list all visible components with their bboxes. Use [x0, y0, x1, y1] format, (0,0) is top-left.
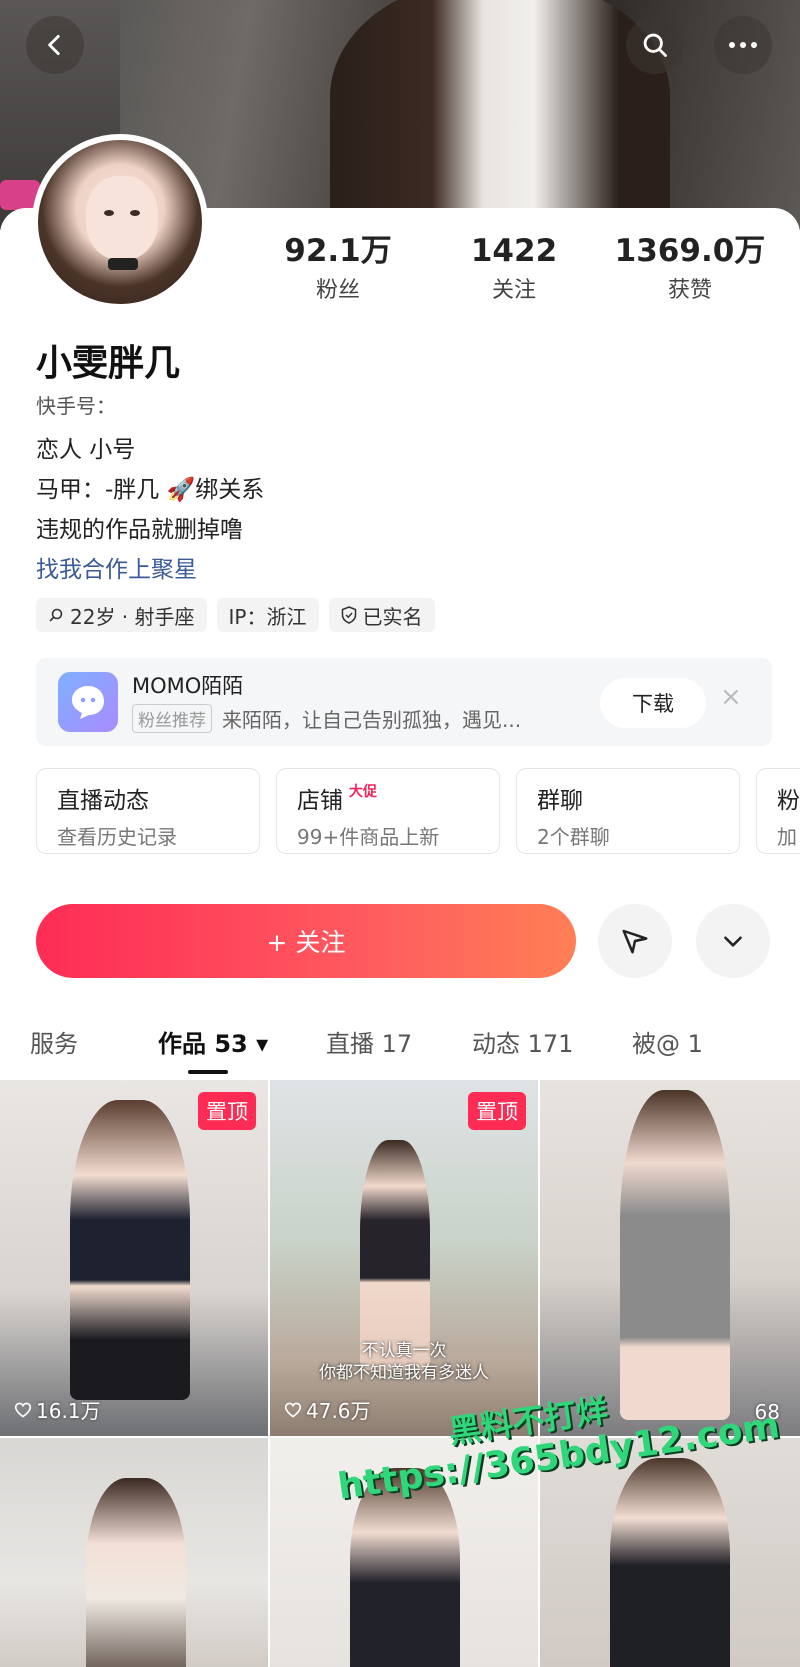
chevron-left-icon	[48, 34, 60, 56]
tag-age: 22岁 · 射手座	[36, 598, 207, 632]
live-history-card[interactable]: 直播动态 查看历史记录	[36, 768, 260, 854]
like-count-value: 47.6万	[306, 1399, 371, 1423]
chevron-down-icon	[724, 936, 742, 947]
card-title: 粉	[777, 788, 800, 814]
like-count: 47.6万	[284, 1395, 371, 1424]
collab-link[interactable]: 找我合作上聚星	[36, 550, 197, 584]
more-button[interactable]	[714, 16, 772, 74]
search-button[interactable]	[626, 16, 684, 74]
card-title: 直播动态	[57, 788, 149, 814]
ad-description: 来陌陌，让自己告别孤独，遇见...	[222, 708, 522, 732]
avatar-face	[86, 176, 158, 260]
shield-check-icon	[341, 606, 356, 624]
video-thumbnail[interactable]: 置顶 不认真一次 你都不知道我有多迷人 47.6万	[270, 1080, 538, 1436]
send-icon	[622, 929, 648, 954]
back-button[interactable]	[26, 16, 84, 74]
pinned-badge: 置顶	[198, 1092, 256, 1130]
promo-badge: 大促	[349, 784, 377, 800]
tag-verified[interactable]: 已实名	[328, 598, 435, 632]
stat-value: 1422	[470, 233, 558, 269]
avatar[interactable]	[32, 134, 208, 310]
group-chat-card[interactable]: 群聊 2个群聊	[516, 768, 740, 854]
follow-label: + 关注	[266, 928, 346, 957]
tab-indicator	[188, 1070, 228, 1074]
tab-services[interactable]: 服务	[30, 1024, 78, 1059]
video-subject	[620, 1090, 730, 1420]
profile-tags: 22岁 · 射手座 IP：浙江 已实名	[36, 598, 435, 632]
video-thumbnail[interactable]	[0, 1438, 268, 1667]
tab-moments[interactable]: 动态 171	[472, 1024, 573, 1059]
tag-ip: IP：浙江	[216, 598, 319, 632]
shop-card[interactable]: 店铺 大促 99+件商品上新	[276, 768, 500, 854]
video-subject	[360, 1140, 430, 1370]
heart-icon	[14, 1402, 32, 1418]
heart-icon	[284, 1402, 302, 1418]
ad-title: MOMO陌陌	[132, 674, 244, 698]
content-tabs: 服务 作品 53 ▾ 直播 17 动态 171 被@ 1	[0, 1018, 800, 1078]
video-subject	[70, 1100, 190, 1400]
like-count-value: 16.1万	[36, 1399, 101, 1423]
stat-following[interactable]: 1422 关注	[426, 232, 602, 304]
pinned-badge: 置顶	[468, 1092, 526, 1130]
video-subject	[610, 1458, 730, 1667]
bio-line: 恋人 小号	[36, 437, 136, 463]
avatar-eye	[104, 210, 114, 216]
video-thumbnail[interactable]: 68	[540, 1080, 800, 1436]
stat-label: 粉丝	[315, 278, 360, 303]
fans-group-card[interactable]: 粉 加	[756, 768, 800, 854]
info-cards: 直播动态 查看历史记录 店铺 大促 99+件商品上新 群聊 2个群聊 粉 加	[36, 768, 800, 854]
card-subtitle: 2个群聊	[537, 825, 610, 849]
stat-fans[interactable]: 92.1万 粉丝	[250, 232, 426, 304]
profile-name: 小雯胖几	[36, 343, 181, 384]
search-icon	[643, 33, 667, 57]
video-subject	[86, 1478, 186, 1667]
video-thumbnail[interactable]: 置顶 16.1万	[0, 1080, 268, 1436]
stat-likes[interactable]: 1369.0万 获赞	[602, 232, 778, 304]
tag-label: 已实名	[362, 604, 423, 629]
momo-logo-icon	[58, 672, 118, 732]
bio-line: 马甲：-胖几 🚀绑关系	[36, 477, 265, 503]
follow-button[interactable]: + 关注	[36, 904, 576, 978]
stat-value: 92.1万	[284, 233, 392, 269]
ad-banner[interactable]: MOMO陌陌 粉丝推荐 来陌陌，让自己告别孤独，遇见... 下载 ×	[36, 658, 772, 746]
close-icon[interactable]: ×	[720, 682, 742, 712]
tag-label: 22岁 · 射手座	[70, 604, 195, 629]
ad-badge: 粉丝推荐	[132, 704, 212, 733]
card-title: 群聊	[537, 788, 583, 814]
card-subtitle: 加	[777, 825, 797, 849]
share-button[interactable]	[598, 904, 672, 978]
tab-live[interactable]: 直播 17	[326, 1024, 412, 1059]
video-caption: 不认真一次 你都不知道我有多迷人	[319, 1341, 489, 1383]
avatar-choker	[108, 258, 138, 270]
stats-bar: 92.1万 粉丝 1422 关注 1369.0万 获赞	[250, 232, 780, 304]
kwai-id-label: 快手号：	[36, 394, 116, 418]
card-subtitle: 99+件商品上新	[297, 825, 440, 849]
banner-photo	[330, 0, 670, 230]
stat-value: 1369.0万	[614, 233, 766, 269]
stat-label: 关注	[491, 278, 536, 303]
tag-label: IP：浙江	[228, 604, 307, 629]
card-subtitle: 查看历史记录	[57, 825, 177, 849]
stat-label: 获赞	[667, 278, 712, 303]
ad-download-button[interactable]: 下载	[600, 678, 706, 728]
tab-works[interactable]: 作品 53 ▾	[158, 1024, 268, 1059]
tab-mentions[interactable]: 被@ 1	[632, 1024, 703, 1059]
card-title: 店铺	[297, 788, 343, 814]
gender-icon	[49, 608, 63, 622]
bio-line: 违规的作品就删掉噜	[36, 517, 243, 543]
video-grid: 置顶 16.1万 置顶 不认真一次 你都不知道我有多迷人 47.6万 68	[0, 1080, 800, 1667]
avatar-eye	[130, 210, 140, 216]
like-count: 16.1万	[14, 1395, 101, 1424]
recommend-dropdown-button[interactable]	[696, 904, 770, 978]
more-horizontal-icon	[729, 42, 757, 48]
